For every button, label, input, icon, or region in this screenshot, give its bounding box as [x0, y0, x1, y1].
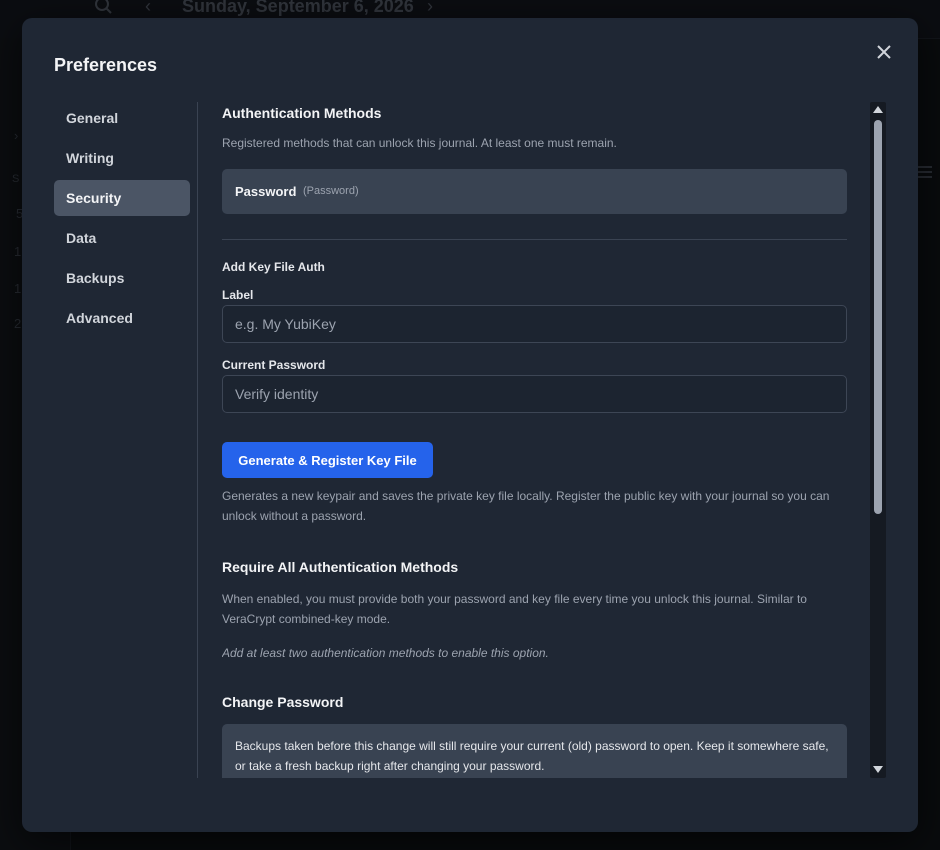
key-file-note: Generates a new keypair and saves the pr… [222, 489, 830, 523]
auth-methods-heading: Authentication Methods [222, 105, 382, 121]
password-field-label: Current Password [222, 358, 326, 372]
scroll-up-arrow-icon[interactable] [873, 106, 883, 113]
method-type: (Password) [303, 185, 359, 197]
close-icon[interactable] [872, 40, 896, 64]
content-scrollbar[interactable] [870, 102, 886, 778]
generate-key-file-button[interactable]: Generate & Register Key File [222, 442, 433, 478]
current-password-input[interactable] [223, 376, 846, 412]
nav-item-data[interactable]: Data [54, 220, 190, 256]
scrollbar-thumb[interactable] [874, 120, 882, 514]
nav-item-security[interactable]: Security [54, 180, 190, 216]
require-all-hint: Add at least two authentication methods … [222, 646, 549, 660]
security-panel: Authentication Methods Registered method… [222, 102, 848, 778]
change-password-heading: Change Password [222, 694, 344, 710]
preferences-nav: General Writing Security Data Backups Ad… [54, 100, 190, 340]
nav-item-writing[interactable]: Writing [54, 140, 190, 176]
require-all-description: When enabled, you must provide both your… [222, 592, 807, 626]
warning-text: Backups taken before this change will st… [235, 739, 829, 773]
label-input[interactable] [223, 306, 846, 342]
require-all-heading: Require All Authentication Methods [222, 559, 459, 575]
section-divider [222, 239, 847, 240]
dialog-title: Preferences [54, 55, 158, 75]
nav-divider [197, 102, 198, 778]
key-file-heading: Add Key File Auth [222, 260, 325, 274]
password-field [222, 375, 847, 413]
nav-item-advanced[interactable]: Advanced [54, 300, 190, 336]
nav-item-general[interactable]: General [54, 100, 190, 136]
label-field-label: Label [222, 288, 254, 302]
nav-item-backups[interactable]: Backups [54, 260, 190, 296]
method-name: Password [235, 184, 297, 199]
auth-methods-description: Registered methods that can unlock this … [222, 136, 617, 150]
auth-method-item: Password (Password) [222, 169, 847, 214]
label-field [222, 305, 847, 343]
change-password-warning: Backups taken before this change will st… [222, 724, 847, 778]
preferences-dialog: Preferences General Writing Security Dat… [22, 18, 918, 832]
scroll-down-arrow-icon[interactable] [873, 766, 883, 773]
